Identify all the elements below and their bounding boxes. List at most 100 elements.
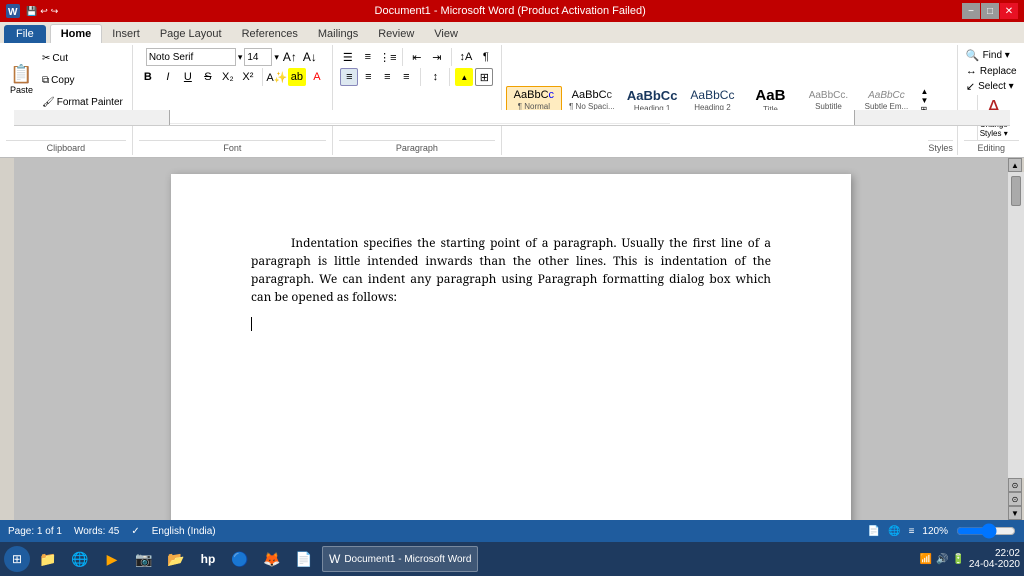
superscript-button[interactable]: X² — [239, 68, 257, 86]
styles-up-button[interactable]: ▲ — [920, 87, 928, 96]
format-painter-button[interactable]: 🖌 Format Painter — [39, 92, 126, 112]
increase-indent-button[interactable]: ⇥ — [428, 48, 446, 66]
editing-buttons: 🔍 Find ▾ ↔ Replace ↙ Select ▾ — [964, 47, 1019, 95]
maximize-button[interactable]: □ — [981, 3, 999, 19]
tab-insert[interactable]: Insert — [102, 25, 150, 43]
strikethrough-button[interactable]: S — [199, 68, 217, 86]
sort-button[interactable]: ↕A — [457, 48, 475, 66]
tab-home[interactable]: Home — [50, 24, 103, 43]
next-page-button[interactable]: ⊙ — [1008, 492, 1022, 506]
decrease-indent-button[interactable]: ⇤ — [408, 48, 426, 66]
taskbar-camera[interactable]: 📷 — [130, 545, 158, 573]
scroll-up-button[interactable]: ▲ — [1008, 158, 1022, 172]
select-button[interactable]: ↙ Select ▾ — [966, 80, 1017, 93]
bullets-button[interactable]: ☰ — [339, 48, 357, 66]
taskbar-acrobat[interactable]: 📄 — [290, 545, 318, 573]
qa-undo-icon[interactable]: ↩ — [40, 6, 48, 17]
paragraph-group: ☰ ≡ ⋮≡ ⇤ ⇥ ↕A ¶ ≡ ≡ ≡ ≡ ↕ ▲ ⊞ Paragraph — [333, 45, 502, 155]
replace-button[interactable]: ↔ Replace — [966, 65, 1017, 77]
find-button[interactable]: 🔍 Find ▾ — [966, 49, 1017, 62]
show-hide-button[interactable]: ¶ — [477, 48, 495, 66]
sep5 — [449, 68, 450, 86]
status-left: Page: 1 of 1 Words: 45 ✓ English (India) — [8, 526, 216, 537]
date-display: 24-04-2020 — [969, 559, 1020, 570]
styles-label: Styles — [928, 140, 953, 153]
taskbar-time: 22:02 24-04-2020 — [969, 548, 1020, 570]
tab-mailings[interactable]: Mailings — [308, 25, 368, 43]
prev-page-button[interactable]: ⊙ — [1008, 478, 1022, 492]
document-page[interactable]: Indentation specifies the starting point… — [171, 174, 851, 520]
italic-button[interactable]: I — [159, 68, 177, 86]
font-name-input[interactable] — [146, 48, 236, 66]
zoom-slider[interactable] — [956, 525, 1016, 537]
style-title-preview: AaB — [755, 87, 785, 104]
separator1 — [262, 68, 263, 86]
taskbar-firefox[interactable]: 🦊 — [258, 545, 286, 573]
document-content[interactable]: Indentation specifies the starting point… — [251, 234, 771, 332]
underline-button[interactable]: U — [179, 68, 197, 86]
font-size-input[interactable] — [244, 48, 272, 66]
spell-check-icon[interactable]: ✓ — [131, 526, 139, 537]
minimize-button[interactable]: − — [962, 3, 980, 19]
align-left-button[interactable]: ≡ — [340, 68, 358, 86]
taskbar-media[interactable]: ▶ — [98, 545, 126, 573]
font-color-button[interactable]: A — [308, 68, 326, 86]
align-right-button[interactable]: ≡ — [378, 68, 396, 86]
taskbar-ie[interactable]: 🌐 — [66, 545, 94, 573]
page-count: Page: 1 of 1 — [8, 526, 62, 537]
start-button[interactable]: ⊞ — [4, 546, 30, 572]
copy-button[interactable]: ⧉ Copy — [39, 70, 126, 90]
clipboard-sub: ✂ Cut ⧉ Copy 🖌 Format Painter — [39, 48, 126, 112]
window-title: Document1 - Microsoft Word (Product Acti… — [58, 5, 962, 17]
tab-references[interactable]: References — [232, 25, 308, 43]
multilevel-button[interactable]: ⋮≡ — [379, 48, 397, 66]
scroll-down-button[interactable]: ▼ — [1008, 506, 1022, 520]
font-size-chevron[interactable]: ▾ — [238, 52, 243, 63]
taskbar-word-app[interactable]: W Document1 - Microsoft Word — [322, 546, 478, 572]
scroll-track[interactable] — [1008, 172, 1024, 478]
qa-redo-icon[interactable]: ↪ — [51, 6, 59, 17]
paste-button[interactable]: 📋 Paste — [6, 52, 37, 108]
shading-button[interactable]: ▲ — [455, 68, 473, 86]
taskbar-explorer[interactable]: 📁 — [34, 545, 62, 573]
tab-view[interactable]: View — [424, 25, 468, 43]
paste-icon: 📋 — [10, 65, 32, 83]
view-outline-icon[interactable]: ≡ — [909, 526, 915, 537]
tab-page-layout[interactable]: Page Layout — [150, 25, 232, 43]
highlight-button[interactable]: ab — [288, 68, 306, 86]
subscript-button[interactable]: X₂ — [219, 68, 237, 86]
scrollbar-vertical[interactable]: ▲ ⊙ ⊙ ▼ — [1008, 158, 1024, 520]
view-print-icon[interactable]: 📄 — [868, 526, 880, 537]
clipboard-group: 📋 Paste ✂ Cut ⧉ Copy 🖌 Format Painter Cl… — [0, 45, 133, 155]
taskbar-chrome[interactable]: 🔵 — [226, 545, 254, 573]
style-normal-preview: AaBbCc — [514, 89, 554, 101]
grow-font-button[interactable]: A↑ — [281, 48, 299, 66]
tab-review[interactable]: Review — [368, 25, 424, 43]
align-center-button[interactable]: ≡ — [359, 68, 377, 86]
numbering-button[interactable]: ≡ — [359, 48, 377, 66]
styles-down-button[interactable]: ▼ — [920, 96, 928, 105]
shrink-font-button[interactable]: A↓ — [301, 48, 319, 66]
bold-button[interactable]: B — [139, 68, 157, 86]
qa-save-icon[interactable]: 💾 — [26, 6, 37, 17]
font-row1: ▾ ▾ A↑ A↓ — [146, 48, 319, 66]
document-area[interactable]: Indentation specifies the starting point… — [14, 158, 1008, 520]
border-button[interactable]: ⊞ — [475, 68, 493, 86]
view-web-icon[interactable]: 🌐 — [888, 526, 900, 537]
taskbar-hp[interactable]: hp — [194, 545, 222, 573]
scroll-thumb[interactable] — [1011, 176, 1021, 206]
line-spacing-button[interactable]: ↕ — [426, 68, 444, 86]
close-button[interactable]: ✕ — [1000, 3, 1018, 19]
paragraph-text[interactable]: Indentation specifies the starting point… — [251, 234, 771, 306]
volume-icon: 🔊 — [936, 554, 948, 565]
language[interactable]: English (India) — [152, 526, 216, 537]
cut-button[interactable]: ✂ Cut — [39, 48, 126, 68]
word-icon: W — [6, 4, 20, 18]
text-effect-button[interactable]: A✨ — [268, 68, 286, 86]
justify-button[interactable]: ≡ — [397, 68, 415, 86]
style-h2-preview: AaBbCc — [690, 88, 734, 102]
taskbar-folder[interactable]: 📂 — [162, 545, 190, 573]
font-size-chevron2[interactable]: ▾ — [274, 52, 279, 63]
taskbar: ⊞ 📁 🌐 ▶ 📷 📂 hp 🔵 🦊 📄 W Document1 - Micro… — [0, 542, 1024, 576]
tab-file[interactable]: File — [4, 25, 46, 43]
